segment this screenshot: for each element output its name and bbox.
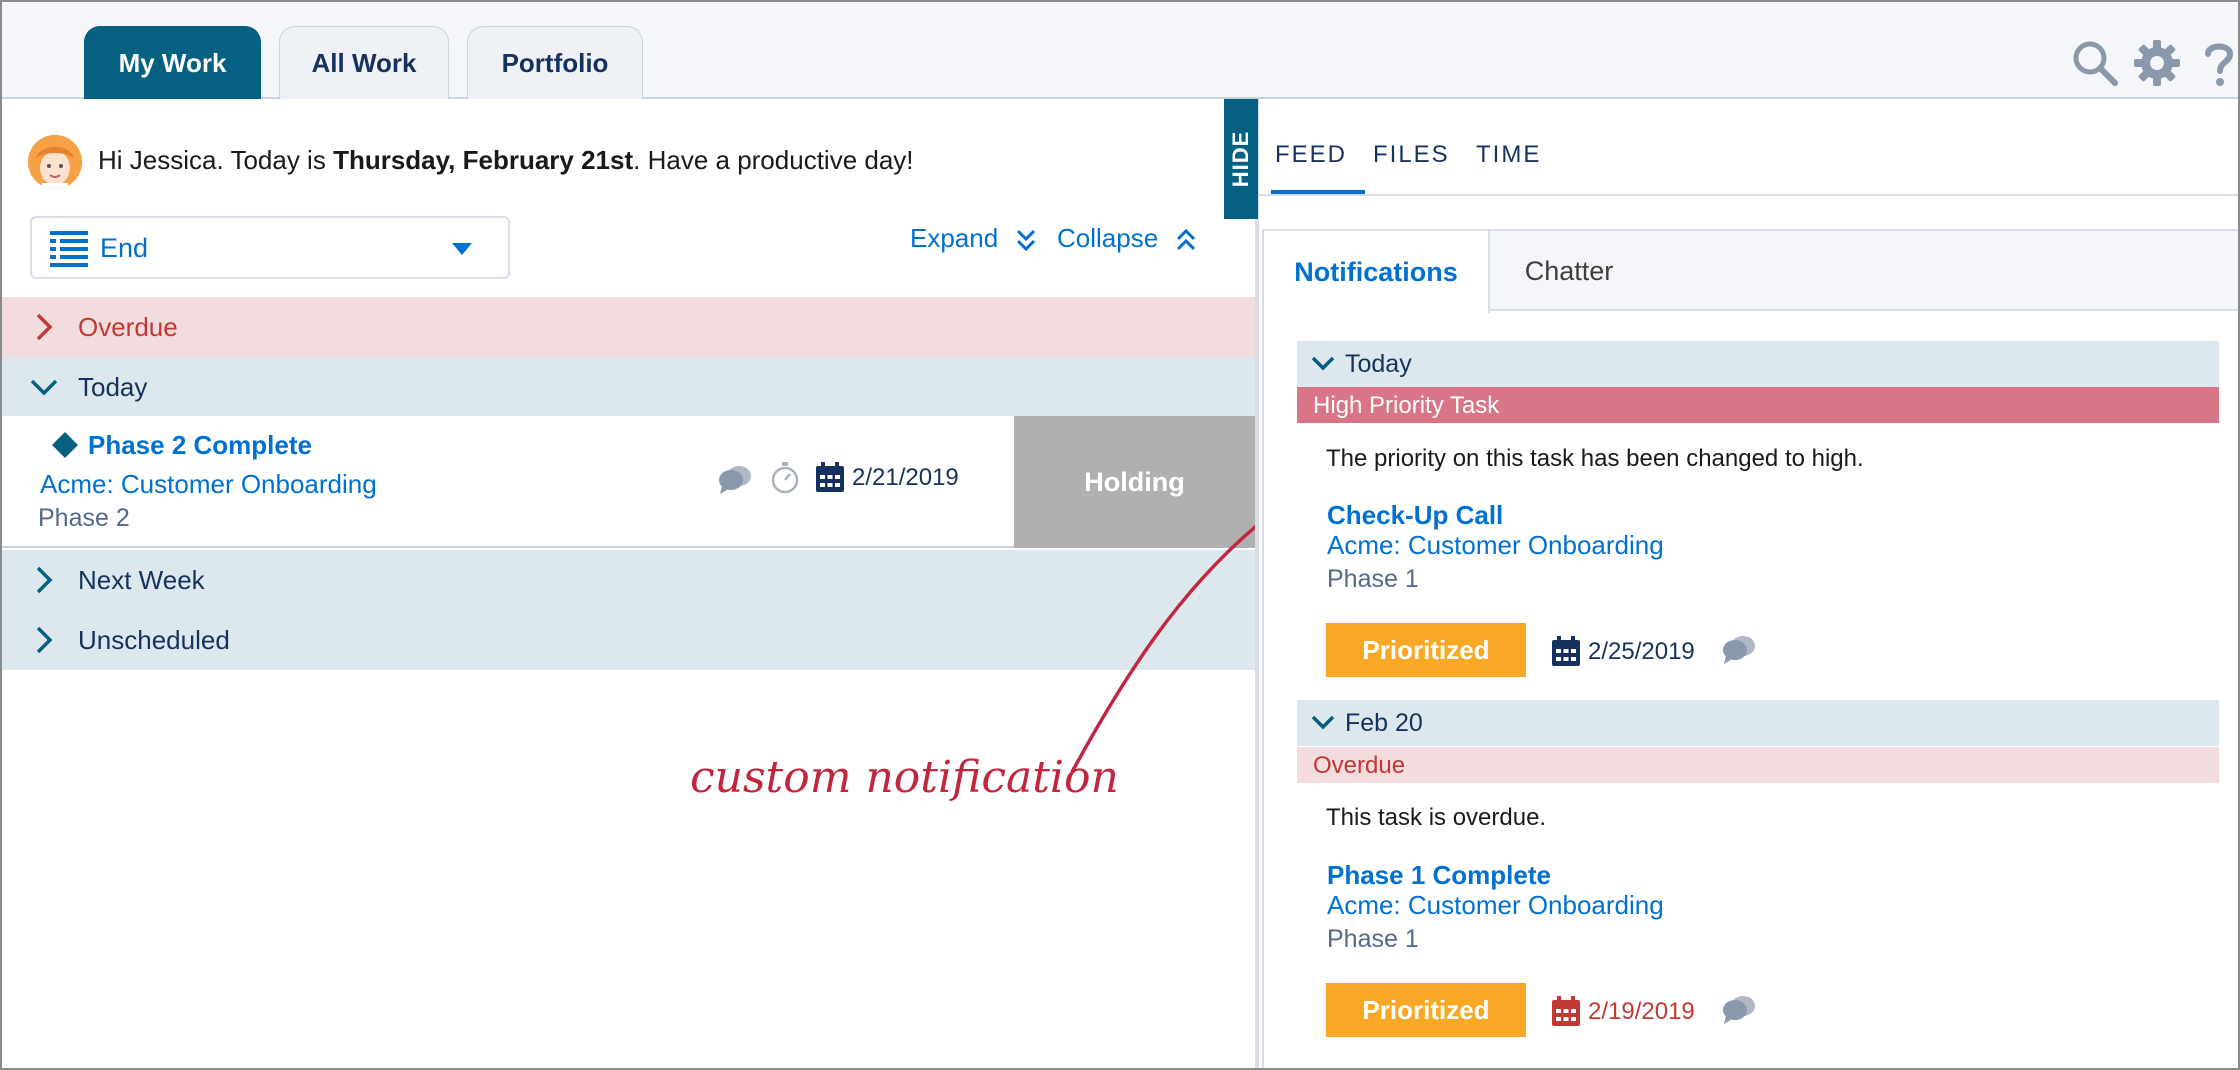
- notification-phase: Phase 1: [1327, 565, 1419, 593]
- double-chevron-down-icon: [1017, 230, 1036, 252]
- help-icon[interactable]: [2194, 38, 2240, 88]
- day-label: Feb 20: [1345, 709, 1423, 737]
- timer-icon[interactable]: [770, 462, 800, 494]
- chevron-right-icon: [36, 313, 53, 341]
- group-label: Next Week: [78, 565, 205, 595]
- task-phase: Phase 2: [38, 504, 130, 532]
- double-chevron-up-icon: [1177, 229, 1196, 251]
- notification-project-link[interactable]: Acme: Customer Onboarding: [1327, 890, 1664, 921]
- group-label: Today: [78, 372, 148, 402]
- notification-message: This task is overdue.: [1326, 804, 1547, 831]
- notification-phase: Phase 1: [1327, 925, 1419, 953]
- notification-due-date: 2/19/2019: [1588, 998, 1695, 1025]
- tab-portfolio[interactable]: Portfolio: [467, 26, 643, 99]
- notifications-panel: Notifications Chatter Today High Priorit…: [1262, 229, 2238, 1068]
- list-sort-icon: [50, 231, 88, 267]
- panel-tab-bar: Notifications Chatter: [1264, 231, 2238, 313]
- expand-all-link[interactable]: Expand: [910, 223, 1036, 254]
- notification-task-link[interactable]: Check-Up Call: [1327, 500, 1503, 531]
- calendar-icon: [1552, 996, 1580, 1026]
- hide-panel-tab[interactable]: HIDE: [1224, 99, 1258, 219]
- tab-my-work[interactable]: My Work: [84, 26, 261, 99]
- notification-status-badge[interactable]: Prioritized: [1326, 983, 1526, 1037]
- task-title-link[interactable]: Phase 2 Complete: [88, 430, 312, 461]
- greeting-date: Thursday, February 21st: [333, 145, 634, 175]
- chevron-right-icon: [36, 566, 53, 594]
- chevron-down-icon: [30, 379, 58, 396]
- chat-bubbles-icon[interactable]: [1722, 994, 1756, 1024]
- task-project-link[interactable]: Acme: Customer Onboarding: [40, 469, 377, 500]
- annotation-label: custom notification: [690, 752, 1119, 803]
- tab-feed[interactable]: FEED: [1275, 141, 1347, 169]
- chevron-right-icon: [36, 626, 53, 654]
- notification-day-header[interactable]: Today: [1297, 341, 2219, 387]
- sort-dropdown-value: End: [100, 233, 149, 263]
- caret-down-icon: [452, 243, 472, 255]
- task-due-date: 2/21/2019: [852, 464, 959, 491]
- sort-dropdown[interactable]: End: [30, 216, 510, 279]
- milestone-diamond-icon: [52, 432, 78, 458]
- app-window: My Work All Work Portfolio Hi Jessica. T…: [0, 0, 2240, 1070]
- feed-pane: FEED FILES TIME Notifications Chatter To…: [1259, 99, 2238, 1068]
- tab-chatter[interactable]: Chatter: [1492, 231, 1646, 311]
- search-icon[interactable]: [2070, 38, 2120, 88]
- tab-notifications[interactable]: Notifications: [1264, 231, 1490, 313]
- avatar: [28, 135, 82, 189]
- notification-task-link[interactable]: Phase 1 Complete: [1327, 860, 1551, 891]
- tab-time[interactable]: TIME: [1476, 141, 1541, 169]
- top-tab-bar: My Work All Work Portfolio: [2, 2, 2240, 99]
- notification-due-date: 2/25/2019: [1588, 638, 1695, 665]
- notification-tag-high-priority: High Priority Task: [1297, 387, 2219, 423]
- tab-files[interactable]: FILES: [1373, 141, 1450, 169]
- notification-tag-overdue: Overdue: [1297, 747, 2219, 783]
- notification-status-badge[interactable]: Prioritized: [1326, 623, 1526, 677]
- group-overdue[interactable]: Overdue: [2, 297, 1255, 357]
- calendar-icon: [816, 462, 844, 492]
- feed-tab-bar: FEED FILES TIME: [1259, 99, 2238, 196]
- group-label: Unscheduled: [78, 625, 230, 655]
- chat-bubbles-icon[interactable]: [1722, 634, 1756, 664]
- gear-icon[interactable]: [2132, 38, 2182, 88]
- chevron-down-icon: [1311, 356, 1335, 371]
- notification-project-link[interactable]: Acme: Customer Onboarding: [1327, 530, 1664, 561]
- day-label: Today: [1345, 350, 1412, 378]
- calendar-icon: [1552, 636, 1580, 666]
- active-tab-indicator: [1271, 190, 1365, 194]
- chat-bubbles-icon[interactable]: [718, 464, 752, 494]
- chevron-down-icon: [1311, 715, 1335, 730]
- notification-day-header[interactable]: Feb 20: [1297, 700, 2219, 746]
- tab-all-work[interactable]: All Work: [279, 26, 449, 99]
- collapse-all-link[interactable]: Collapse: [1057, 223, 1196, 254]
- group-today[interactable]: Today: [2, 357, 1255, 417]
- greeting-text: Hi Jessica. Today is Thursday, February …: [98, 145, 914, 175]
- group-label: Overdue: [78, 312, 178, 342]
- notification-message: The priority on this task has been chang…: [1326, 445, 1864, 472]
